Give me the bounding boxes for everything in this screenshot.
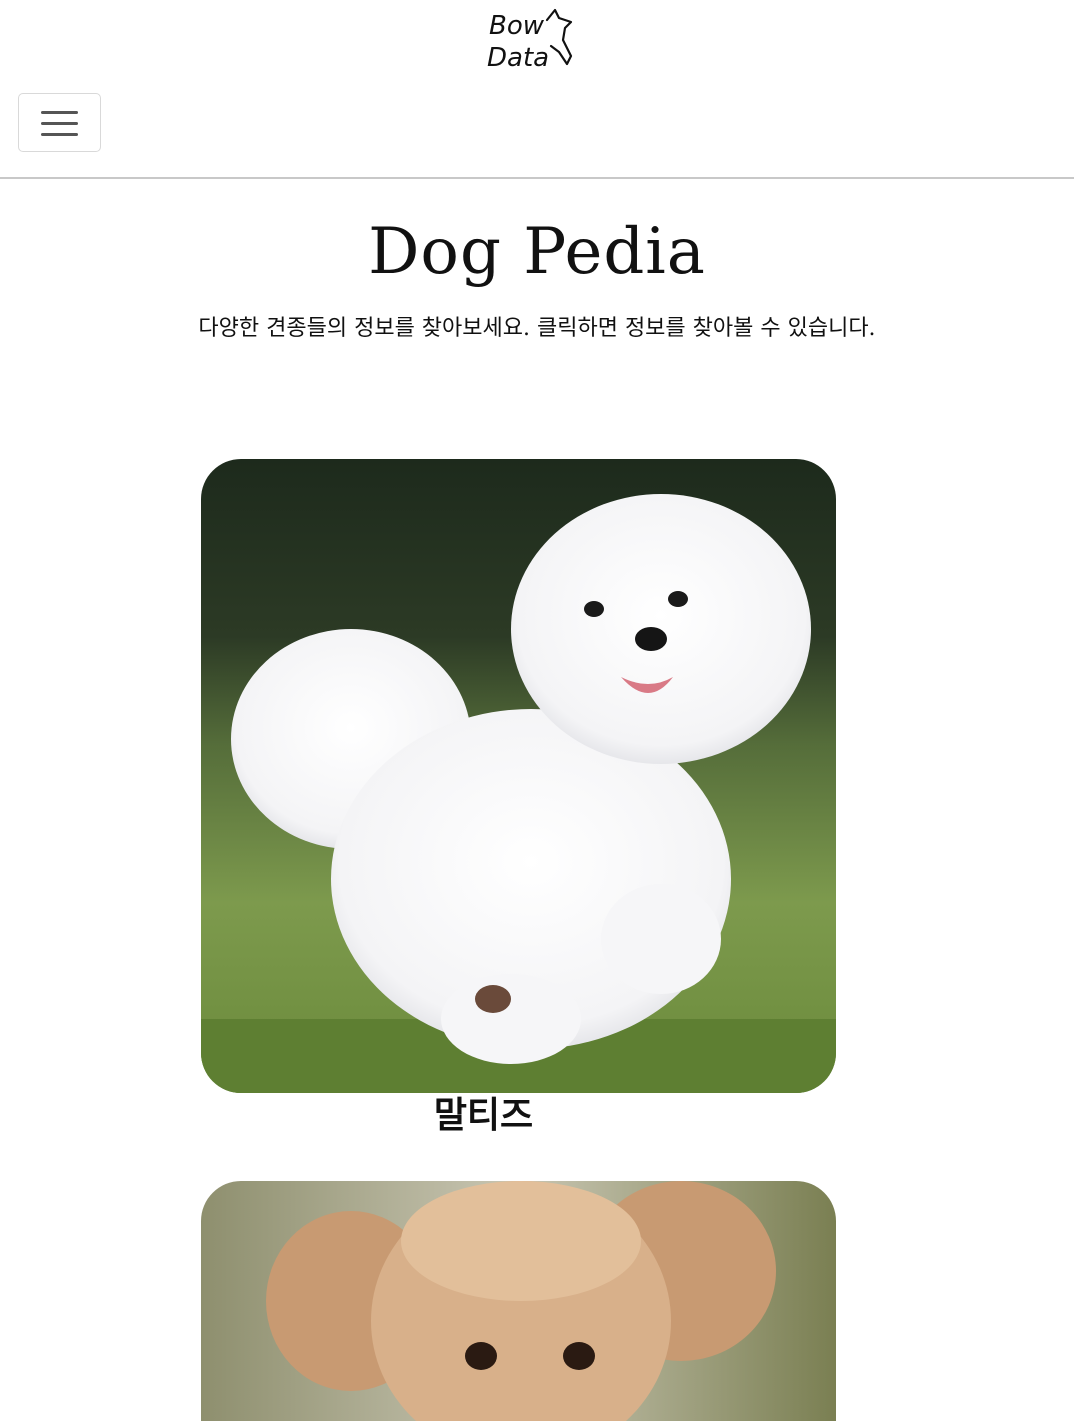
maltese-photo-image <box>201 459 836 1093</box>
site-logo[interactable]: Bow Data <box>485 6 580 72</box>
logo-graphic: Bow Data <box>487 8 573 72</box>
breed-card[interactable] <box>201 1181 836 1421</box>
hamburger-menu-icon-bar <box>41 122 78 125</box>
poodle-photo-image <box>201 1181 836 1421</box>
logo-line-1: Bow <box>489 11 545 41</box>
breed-photo[interactable] <box>201 1181 836 1421</box>
dog-silhouette-icon <box>545 8 573 66</box>
hamburger-menu-icon <box>41 111 78 114</box>
breed-name[interactable]: 말티즈 <box>131 1093 836 1137</box>
logo-line-2: Data <box>487 43 549 72</box>
breed-card[interactable]: 말티즈 <box>201 459 836 1137</box>
menu-toggle-button[interactable] <box>18 93 101 152</box>
hamburger-menu-icon-bar <box>41 133 78 136</box>
breed-photo[interactable] <box>201 459 836 1093</box>
page-subtitle: 다양한 견종들의 정보를 찾아보세요. 클릭하면 정보를 찾아볼 수 있습니다. <box>198 316 876 341</box>
page-title: Dog Pedia <box>368 215 706 289</box>
site-header: Bow Data <box>0 0 1074 179</box>
